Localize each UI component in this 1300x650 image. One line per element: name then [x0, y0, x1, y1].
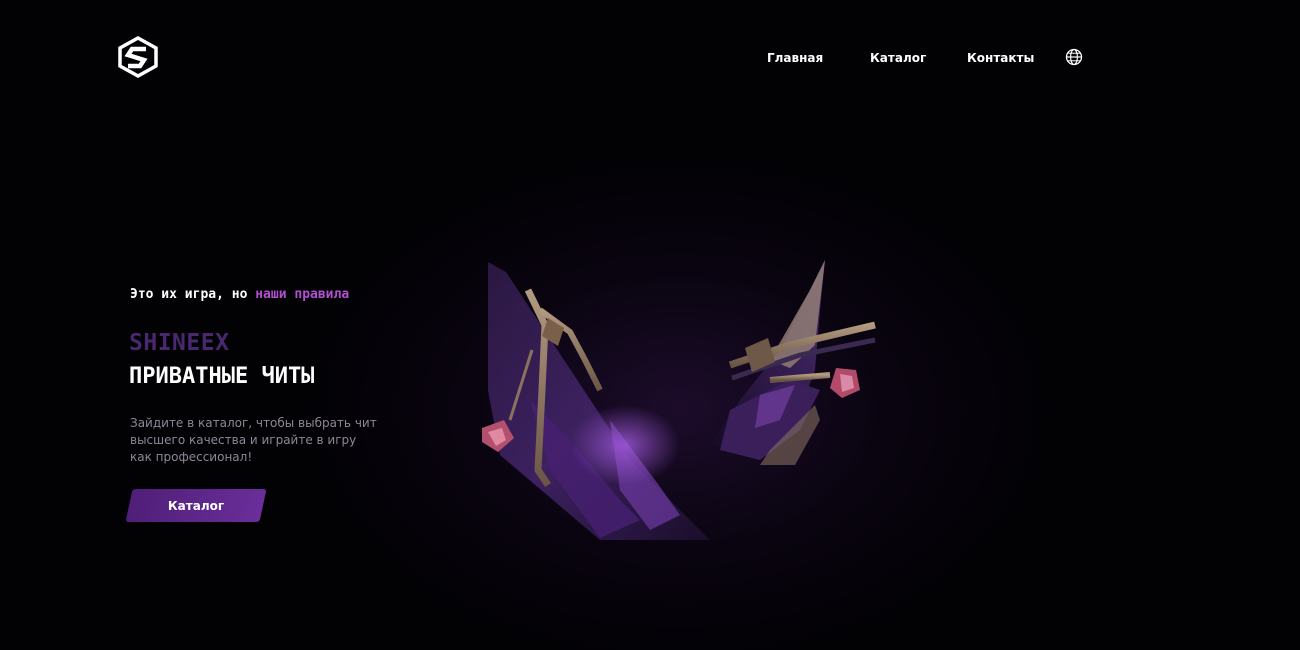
language-switcher[interactable] — [1065, 48, 1083, 66]
hero-headline: ПРИВАТНЫЕ ЧИТЫ — [129, 364, 315, 389]
logo[interactable] — [116, 35, 160, 79]
hexagon-s-logo-icon — [118, 35, 158, 79]
catalog-button-label: Каталог — [167, 498, 225, 513]
crystal-v-emblem-icon — [482, 260, 876, 540]
hero-tagline: Это их игра, но наши правила — [130, 287, 349, 302]
tagline-text: Это их игра, но — [130, 287, 256, 302]
hero-artwork — [470, 250, 890, 550]
brand-name: SHINEEX — [129, 330, 230, 356]
globe-icon — [1065, 48, 1083, 66]
catalog-button[interactable]: Каталог — [125, 489, 267, 522]
hero-description: Зайдите в каталог, чтобы выбрать чит выс… — [130, 416, 377, 464]
nav-contacts-link[interactable]: Контакты — [967, 48, 1034, 68]
nav-home-link[interactable]: Главная — [767, 48, 823, 68]
tagline-accent-text: наши правила — [255, 287, 350, 302]
nav-catalog-link[interactable]: Каталог — [870, 48, 926, 68]
